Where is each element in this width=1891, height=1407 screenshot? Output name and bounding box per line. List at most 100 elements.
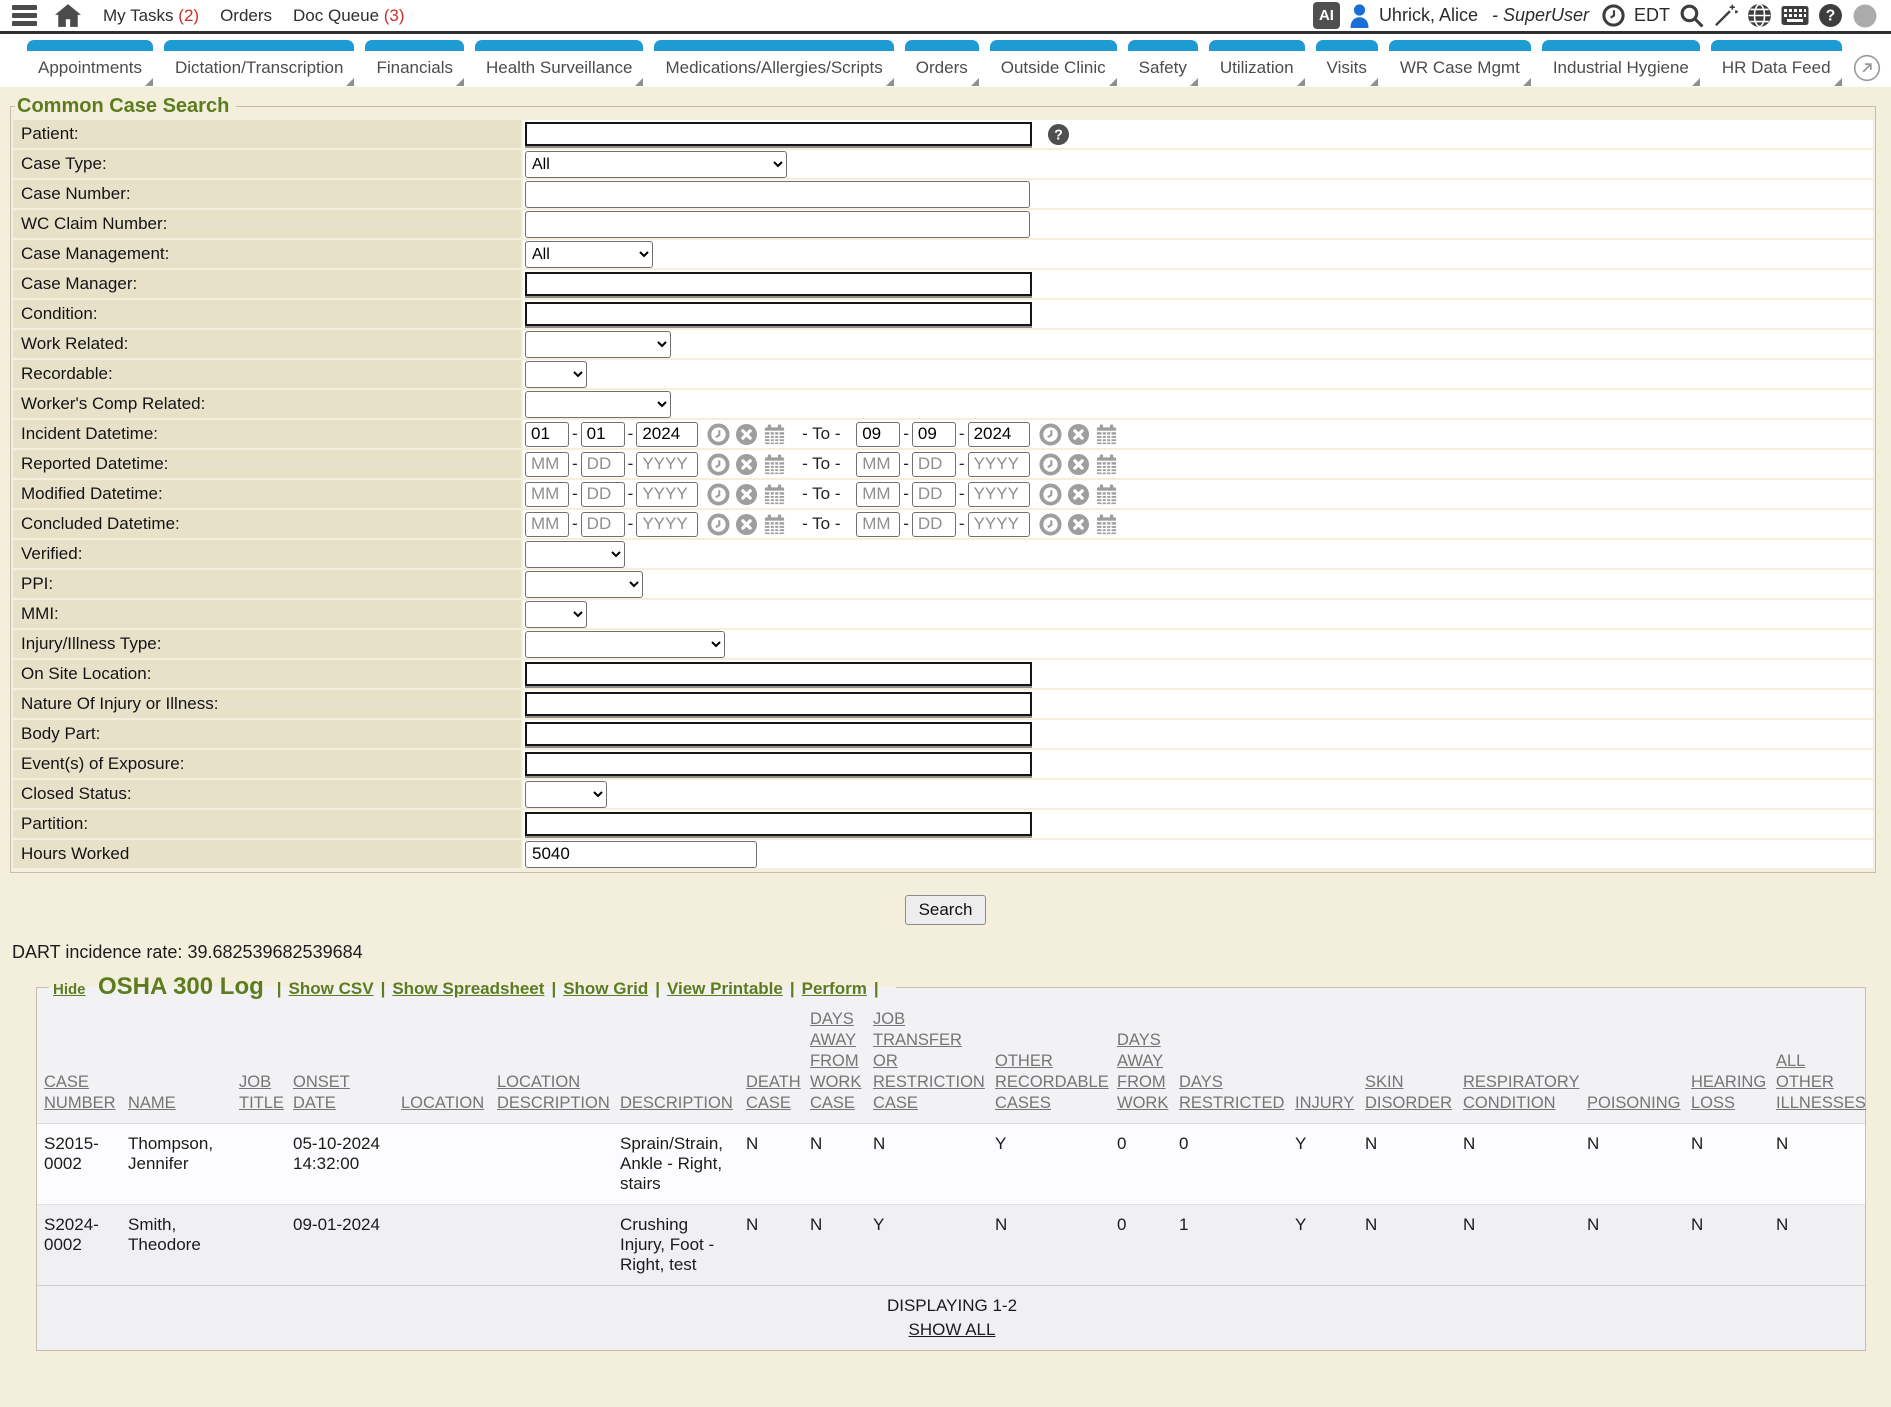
concluded-datetime-to-yyyy-input[interactable] (968, 512, 1030, 537)
home-icon[interactable] (55, 4, 81, 28)
field-help-icon[interactable]: ? (1047, 123, 1070, 146)
clear-icon[interactable] (1067, 483, 1090, 506)
work-related-select[interactable] (525, 331, 671, 358)
table-row-s2024-0002[interactable]: S2024-0002Smith, Theodore09-01-2024Crush… (37, 1205, 1865, 1286)
modified-datetime-to-mm-input[interactable] (856, 482, 900, 507)
concluded-datetime-from-dd-input[interactable] (581, 512, 625, 537)
table-row-s2015-0002[interactable]: S2015-0002Thompson, Jennifer05-10-2024 1… (37, 1124, 1865, 1205)
partition-input[interactable] (525, 812, 1032, 836)
col-header-days-away-from-work[interactable]: DAYS AWAY FROM WORK (1110, 1001, 1172, 1124)
wc-claim-number-input[interactable] (525, 211, 1030, 238)
col-header-location-description[interactable]: LOCATION DESCRIPTION (490, 1001, 613, 1124)
timezone-clock-icon[interactable] (1602, 4, 1625, 27)
col-header-skin-disorder[interactable]: SKIN DISORDER (1358, 1001, 1456, 1124)
on-site-location-input[interactable] (525, 662, 1032, 686)
show-spreadsheet-link[interactable]: Show Spreadsheet (392, 979, 544, 998)
calendar-icon[interactable] (763, 453, 786, 476)
col-header-description[interactable]: DESCRIPTION (613, 1001, 739, 1124)
tab-utilization[interactable]: Utilization (1209, 40, 1305, 87)
case-management-select[interactable]: All (525, 241, 653, 268)
tab-health-surveillance[interactable]: Health Surveillance (475, 40, 643, 87)
col-header-hearing-loss[interactable]: HEARING LOSS (1684, 1001, 1769, 1124)
reported-datetime-from-yyyy-input[interactable] (636, 452, 698, 477)
tab-wr-case-mgmt[interactable]: WR Case Mgmt (1389, 40, 1531, 87)
perform-link[interactable]: Perform (802, 979, 867, 998)
tab-outside-clinic[interactable]: Outside Clinic (990, 40, 1117, 87)
col-header-location[interactable]: LOCATION (394, 1001, 490, 1124)
reported-datetime-from-dd-input[interactable] (581, 452, 625, 477)
orders-link[interactable]: Orders (220, 6, 272, 26)
search-button[interactable]: Search (905, 895, 987, 925)
clear-icon[interactable] (735, 453, 758, 476)
concluded-datetime-to-dd-input[interactable] (912, 512, 956, 537)
col-header-days-restricted[interactable]: DAYS RESTRICTED (1172, 1001, 1288, 1124)
calendar-icon[interactable] (763, 513, 786, 536)
tab-medications-allergies-scripts[interactable]: Medications/Allergies/Scripts (654, 40, 893, 87)
modified-datetime-to-dd-input[interactable] (912, 482, 956, 507)
clear-icon[interactable] (1067, 453, 1090, 476)
calendar-icon[interactable] (1095, 423, 1118, 446)
incident-datetime-from-dd-input[interactable] (581, 422, 625, 447)
concluded-datetime-from-yyyy-input[interactable] (636, 512, 698, 537)
tab-appointments[interactable]: Appointments (27, 40, 153, 87)
case-number-input[interactable] (525, 181, 1030, 208)
time-icon[interactable] (707, 453, 730, 476)
concluded-datetime-from-mm-input[interactable] (525, 512, 569, 537)
clear-icon[interactable] (735, 513, 758, 536)
show-grid-link[interactable]: Show Grid (563, 979, 648, 998)
col-header-respiratory-condition[interactable]: RESPIRATORY CONDITION (1456, 1001, 1580, 1124)
modified-datetime-from-dd-input[interactable] (581, 482, 625, 507)
external-link-icon[interactable] (1853, 54, 1881, 82)
time-icon[interactable] (1039, 483, 1062, 506)
time-icon[interactable] (707, 423, 730, 446)
ppi-select[interactable] (525, 571, 643, 598)
reported-datetime-to-yyyy-input[interactable] (968, 452, 1030, 477)
time-icon[interactable] (1039, 513, 1062, 536)
show-csv-link[interactable]: Show CSV (289, 979, 374, 998)
injury-illness-type-select[interactable] (525, 631, 725, 658)
tab-orders[interactable]: Orders (905, 40, 979, 87)
time-icon[interactable] (707, 483, 730, 506)
body-part-input[interactable] (525, 722, 1032, 746)
col-header-days-away-from-work-case[interactable]: DAYS AWAY FROM WORK CASE (803, 1001, 866, 1124)
mmi-select[interactable] (525, 601, 587, 628)
modified-datetime-to-yyyy-input[interactable] (968, 482, 1030, 507)
incident-datetime-to-dd-input[interactable] (912, 422, 956, 447)
incident-datetime-from-yyyy-input[interactable] (636, 422, 698, 447)
condition-input[interactable] (525, 302, 1032, 326)
col-header-other-recordable-cases[interactable]: OTHER RECORDABLE CASES (988, 1001, 1110, 1124)
clear-icon[interactable] (735, 423, 758, 446)
tab-safety[interactable]: Safety (1128, 40, 1198, 87)
closed-status-select[interactable] (525, 781, 607, 808)
view-printable-link[interactable]: View Printable (667, 979, 783, 998)
my-tasks-link[interactable]: My Tasks (2) (103, 6, 199, 26)
show-all-link[interactable]: SHOW ALL (909, 1320, 996, 1340)
case-type-select[interactable]: All (525, 151, 787, 178)
incident-datetime-to-yyyy-input[interactable] (968, 422, 1030, 447)
col-header-case-number[interactable]: CASE NUMBER (37, 1001, 121, 1124)
globe-icon[interactable] (1747, 3, 1772, 28)
modified-datetime-from-mm-input[interactable] (525, 482, 569, 507)
col-header-onset-date[interactable]: ONSET DATE (286, 1001, 394, 1124)
calendar-icon[interactable] (763, 483, 786, 506)
doc-queue-link[interactable]: Doc Queue (3) (293, 6, 405, 26)
hamburger-menu-icon[interactable] (12, 5, 37, 26)
col-header-job-transfer-or-restriction-case[interactable]: JOB TRANSFER OR RESTRICTION CASE (866, 1001, 988, 1124)
modified-datetime-from-yyyy-input[interactable] (636, 482, 698, 507)
incident-datetime-to-mm-input[interactable] (856, 422, 900, 447)
help-icon[interactable]: ? (1818, 3, 1843, 28)
reported-datetime-to-mm-input[interactable] (856, 452, 900, 477)
time-icon[interactable] (707, 513, 730, 536)
clear-icon[interactable] (735, 483, 758, 506)
calendar-icon[interactable] (1095, 453, 1118, 476)
hide-link[interactable]: Hide (53, 981, 86, 998)
clear-icon[interactable] (1067, 423, 1090, 446)
verified-select[interactable] (525, 541, 625, 568)
hours-worked-input[interactable] (525, 841, 757, 868)
calendar-icon[interactable] (1095, 513, 1118, 536)
reported-datetime-to-dd-input[interactable] (912, 452, 956, 477)
search-icon[interactable] (1679, 3, 1704, 28)
col-header-injury[interactable]: INJURY (1288, 1001, 1358, 1124)
tab-visits[interactable]: Visits (1316, 40, 1378, 87)
col-header-death-case[interactable]: DEATH CASE (739, 1001, 803, 1124)
